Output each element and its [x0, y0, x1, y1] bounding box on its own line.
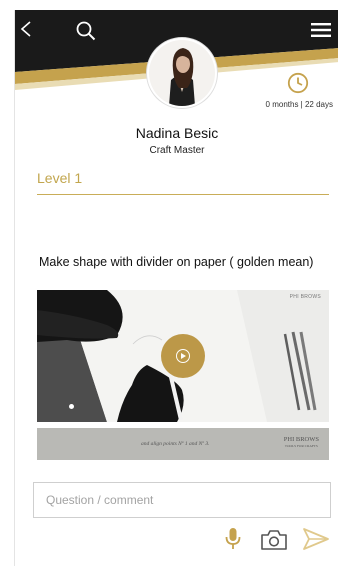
level-divider [37, 194, 329, 195]
task-description: Make shape with divider on paper ( golde… [39, 255, 314, 269]
level-title: Level 1 [37, 170, 83, 186]
video-caption: and align points Nº 1 and Nº 3. [141, 441, 210, 447]
chevron-left-icon [20, 21, 31, 37]
video-player[interactable]: PHI BROWS [37, 290, 329, 422]
carousel-indicator [69, 404, 74, 409]
search-icon [76, 21, 96, 41]
avatar [147, 38, 217, 108]
caption-logo: PHI BROWS TOOLS FOR CRAFTS [284, 436, 319, 450]
video-watermark: PHI BROWS [289, 294, 321, 300]
comment-input[interactable] [33, 482, 331, 518]
hamburger-menu-icon [311, 23, 331, 37]
duration-text: 0 months | 22 days [265, 100, 333, 109]
user-role: Craft Master [149, 145, 205, 156]
caption-logo-subtitle: TOOLS FOR CRAFTS [284, 444, 318, 448]
microphone-icon[interactable] [223, 526, 243, 552]
video-caption-strip: and align points Nº 1 and Nº 3. PHI BROW… [37, 428, 329, 460]
send-icon[interactable] [301, 526, 331, 552]
clock-icon [287, 72, 309, 94]
back-button[interactable] [19, 20, 45, 46]
play-icon [176, 349, 190, 363]
caption-logo-title: PHI BROWS [283, 436, 319, 443]
play-button[interactable] [161, 334, 205, 378]
user-name: Nadina Besic [135, 125, 219, 141]
lesson-screen: 0 months | 22 days Nadina Besic Craft Ma… [14, 10, 338, 566]
search-button[interactable] [75, 20, 103, 48]
avatar-photo-icon [149, 40, 215, 106]
camera-icon[interactable] [259, 528, 289, 552]
menu-button[interactable] [311, 22, 335, 44]
